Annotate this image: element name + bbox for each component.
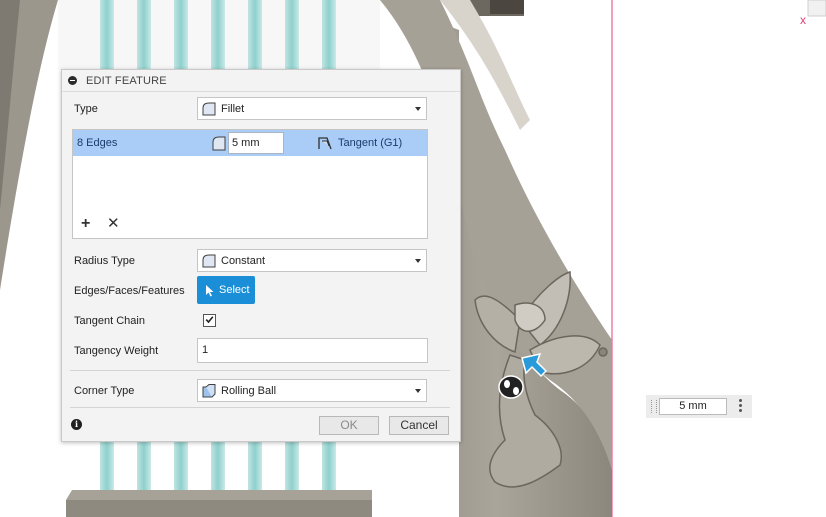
edges-faces-features-label: Edges/Faces/Features xyxy=(74,285,185,297)
remove-selection-button[interactable]: ✕ xyxy=(107,216,120,232)
drag-handle-icon[interactable] xyxy=(651,400,657,413)
radius-input[interactable] xyxy=(228,132,284,154)
collapse-icon[interactable] xyxy=(68,76,77,85)
type-value: Fillet xyxy=(221,103,245,115)
continuity-value[interactable]: Tangent (G1) xyxy=(338,137,402,149)
checkmark-icon xyxy=(205,316,214,324)
info-icon[interactable]: i xyxy=(71,419,82,430)
tangent-chain-checkbox[interactable] xyxy=(203,314,216,327)
floating-radius-input-panel: 5 mm xyxy=(646,395,752,418)
constant-radius-icon xyxy=(202,254,216,268)
rolling-ball-icon xyxy=(202,384,216,398)
chevron-down-icon xyxy=(415,389,421,393)
radius-type-value: Constant xyxy=(221,255,266,267)
fillet-icon xyxy=(202,102,216,116)
cancel-button[interactable]: Cancel xyxy=(389,416,449,435)
edge-set-list: 8 Edges Tangent (G1) + ✕ xyxy=(72,129,428,239)
tangent-chain-label: Tangent Chain xyxy=(74,315,145,327)
divider xyxy=(70,370,450,371)
radius-type-label: Radius Type xyxy=(74,255,135,267)
select-button-label: Select xyxy=(219,284,250,296)
tangency-weight-label: Tangency Weight xyxy=(74,345,159,357)
cursor-arrow-icon xyxy=(206,285,214,297)
edge-set-row[interactable]: 8 Edges Tangent (G1) xyxy=(73,130,427,156)
divider xyxy=(70,407,450,408)
dialog-title: EDIT FEATURE xyxy=(86,75,167,87)
add-selection-button[interactable]: + xyxy=(81,216,90,232)
dialog-header: EDIT FEATURE xyxy=(62,70,460,92)
corner-type-dropdown[interactable]: Rolling Ball xyxy=(197,379,427,402)
edge-count: 8 Edges xyxy=(77,137,118,149)
edit-feature-dialog: EDIT FEATURE Type Fillet 8 Edges Tangent… xyxy=(61,69,461,442)
chevron-down-icon xyxy=(415,107,421,111)
type-dropdown[interactable]: Fillet xyxy=(197,97,427,120)
ok-button[interactable]: OK xyxy=(319,416,379,435)
type-label: Type xyxy=(74,103,98,115)
corner-type-value: Rolling Ball xyxy=(221,385,277,397)
chevron-down-icon xyxy=(415,259,421,263)
corner-type-label: Corner Type xyxy=(74,385,135,397)
fillet-radius-icon xyxy=(212,136,226,151)
tangent-continuity-icon xyxy=(318,137,332,150)
select-button[interactable]: Select xyxy=(197,276,255,304)
floating-radius-input[interactable]: 5 mm xyxy=(659,398,727,415)
more-options-icon[interactable] xyxy=(739,399,742,414)
tangency-weight-input[interactable]: 1 xyxy=(197,338,428,363)
radius-type-dropdown[interactable]: Constant xyxy=(197,249,427,272)
svg-text:x: x xyxy=(800,13,806,27)
